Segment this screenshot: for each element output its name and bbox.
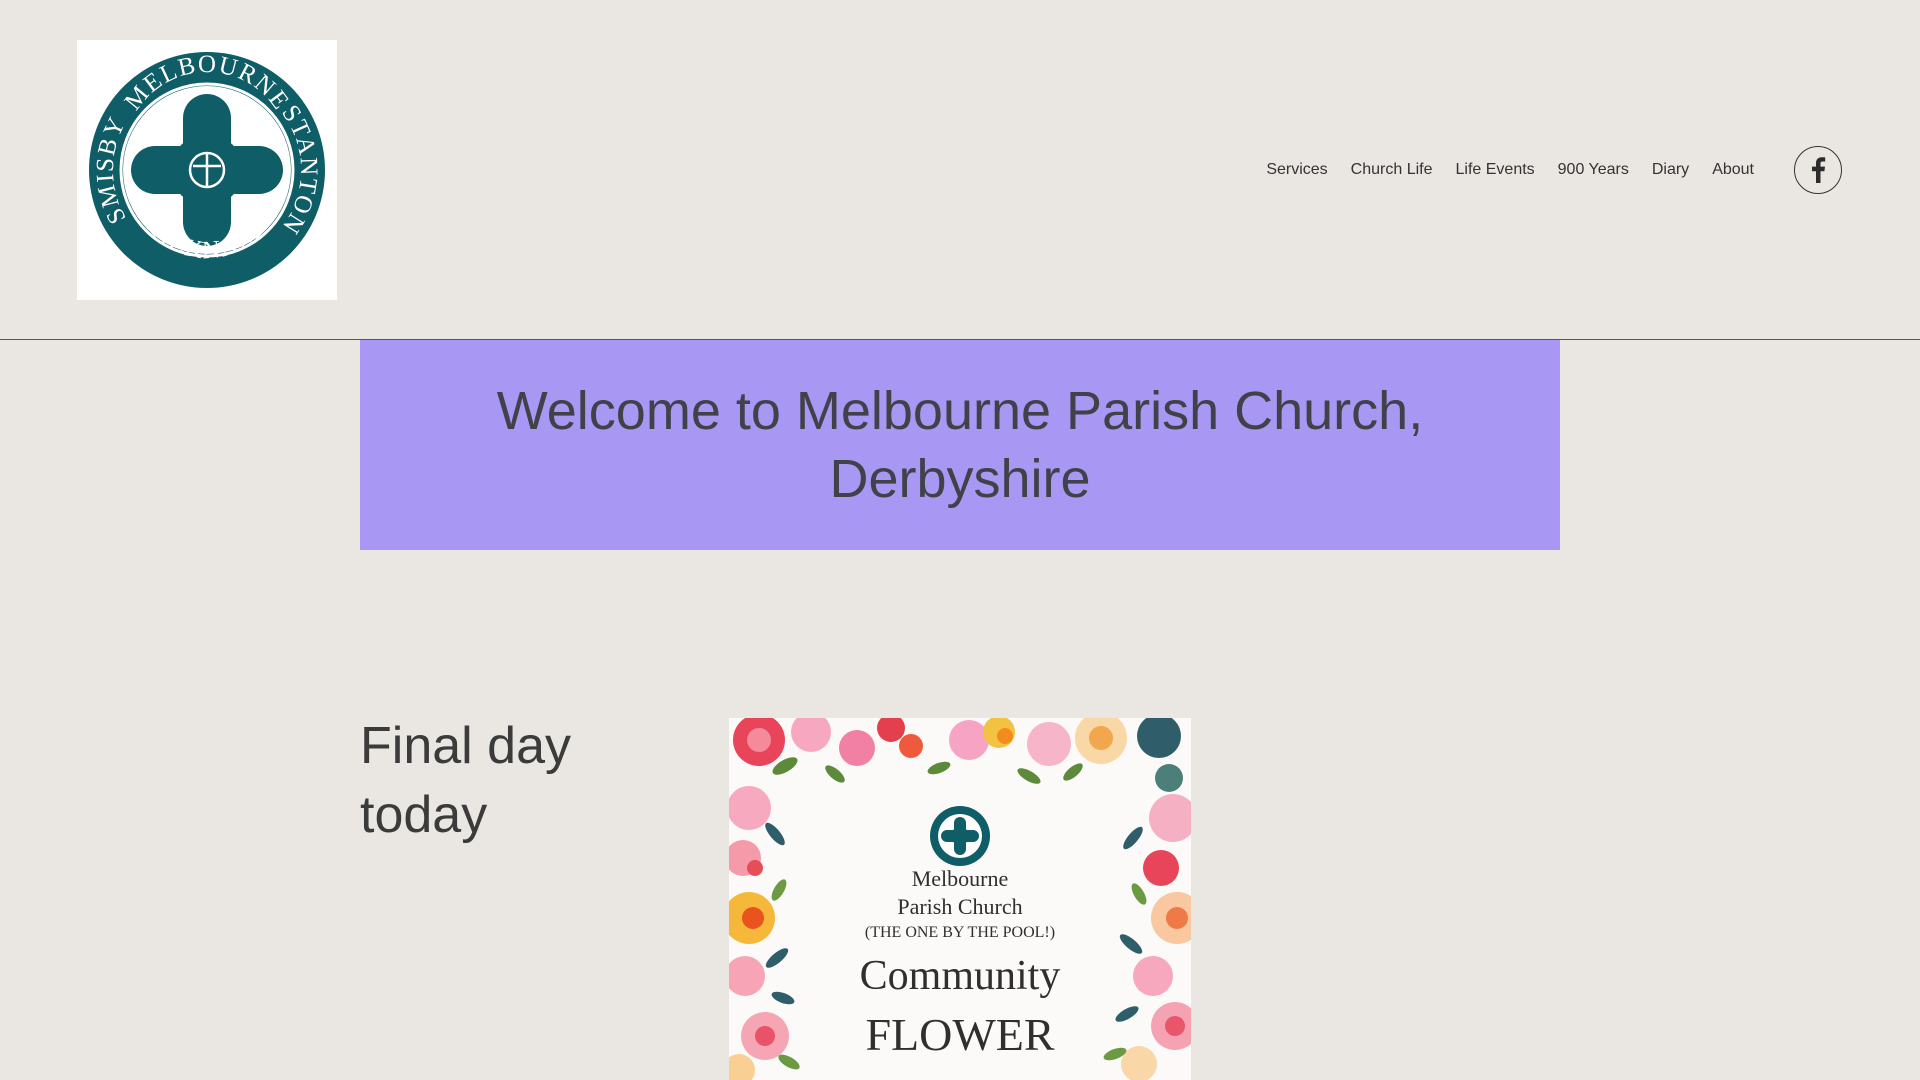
site-header: SMISBY STANTON MELBOURNE TICKNALL Servic… bbox=[0, 0, 1920, 340]
welcome-title: Welcome to Melbourne Parish Church, Derb… bbox=[496, 381, 1424, 509]
nav-link-church-life[interactable]: Church Life bbox=[1351, 161, 1433, 179]
nav-link-900-years[interactable]: 900 Years bbox=[1558, 161, 1629, 179]
facebook-icon bbox=[1812, 157, 1826, 183]
poster-line-parish-church: Parish Church bbox=[897, 894, 1023, 919]
welcome-banner: Welcome to Melbourne Parish Church, Derb… bbox=[360, 340, 1560, 550]
poster-line-tagline: (THE ONE BY THE POOL!) bbox=[864, 924, 1056, 941]
poster-line-flower: FLOWER bbox=[865, 1009, 1055, 1060]
community-flower-poster[interactable]: Melbourne Parish Church (THE ONE BY THE … bbox=[729, 718, 1191, 1080]
post-title: Final day today bbox=[360, 717, 571, 844]
main-navigation: Services Church Life Life Events 900 Yea… bbox=[1243, 150, 1754, 190]
nav-link-services[interactable]: Services bbox=[1266, 161, 1327, 179]
poster-line-church-name: Melbourne bbox=[911, 866, 1009, 891]
site-logo[interactable]: SMISBY STANTON MELBOURNE TICKNALL bbox=[77, 40, 337, 300]
poster-line-community: Community bbox=[859, 953, 1061, 999]
nav-link-diary[interactable]: Diary bbox=[1652, 161, 1689, 179]
page: SMISBY STANTON MELBOURNE TICKNALL Servic… bbox=[0, 0, 1920, 1080]
facebook-link-button[interactable] bbox=[1794, 146, 1842, 194]
nav-link-about[interactable]: About bbox=[1712, 161, 1754, 179]
nav-link-life-events[interactable]: Life Events bbox=[1456, 161, 1535, 179]
parish-emblem-icon: SMISBY STANTON MELBOURNE TICKNALL bbox=[89, 51, 325, 288]
